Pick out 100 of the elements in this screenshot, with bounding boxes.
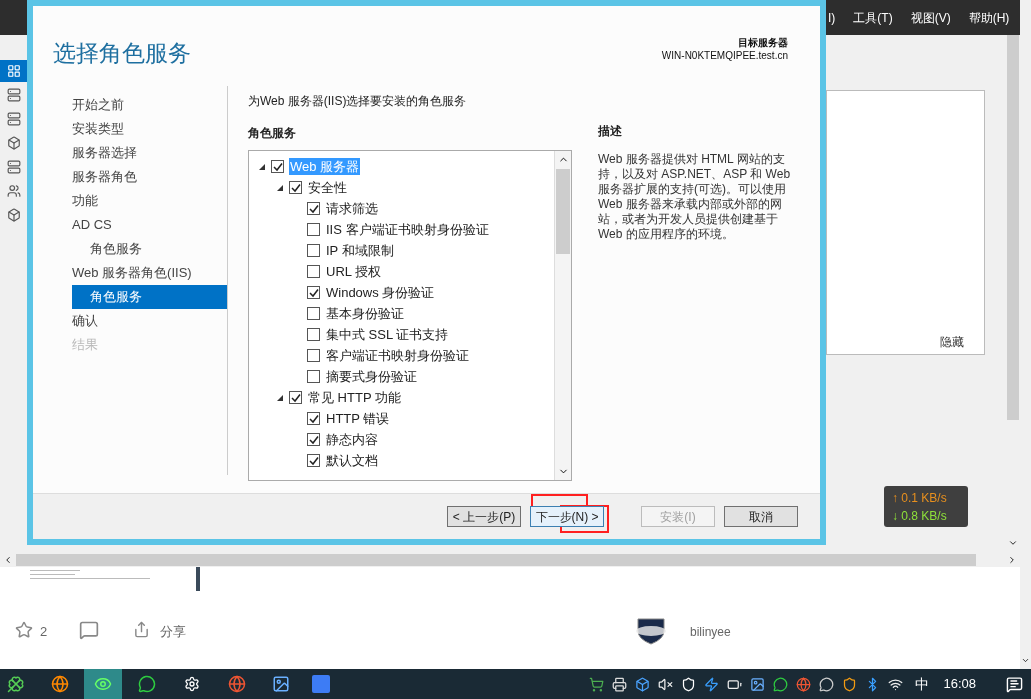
horizontal-scrollbar[interactable] [0,552,1020,567]
tree-item[interactable]: 默认文档 [325,452,379,469]
scroll-down-icon[interactable] [1008,538,1018,548]
scroll-down-icon[interactable] [1021,656,1030,665]
chat-icon[interactable] [138,675,156,693]
wizard-step[interactable]: 服务器角色 [72,165,227,189]
server-icon[interactable] [6,88,21,102]
wizard-button[interactable]: 取消 [724,506,798,527]
tree-item[interactable]: 请求筛选 [325,200,379,217]
server-icon[interactable] [6,112,21,126]
section-heading: 角色服务 [248,125,297,142]
menu-item[interactable]: 视图(V) [910,8,951,27]
star-icon[interactable] [15,621,33,639]
page-scrollbar[interactable] [1020,0,1031,669]
wizard-step[interactable]: 开始之前 [72,93,227,117]
tree-item[interactable]: 静态内容 [325,431,379,448]
scroll-right-icon[interactable] [1007,555,1017,565]
intro-text: 为Web 服务器(IIS)选择要安装的角色服务 [248,93,468,110]
server-icon[interactable] [6,160,21,174]
globe-icon[interactable] [51,675,69,693]
notification-icon[interactable] [1006,675,1023,693]
box-icon[interactable] [635,676,651,692]
checkbox[interactable] [307,433,320,446]
users-icon[interactable] [6,184,21,198]
expand-arrow-icon[interactable] [276,183,284,192]
box-icon[interactable] [6,136,21,150]
cart-icon[interactable] [589,676,605,692]
tree-scrollbar[interactable] [554,151,571,480]
checkbox[interactable] [307,265,320,278]
checkbox[interactable] [307,412,320,425]
author-name[interactable]: bilinyee [690,623,731,641]
share-icon[interactable] [133,621,150,638]
tree-item[interactable]: 基本身份验证 [325,305,405,322]
menu-item[interactable]: I) [828,8,836,27]
wizard-step[interactable]: 角色服务 [72,237,227,261]
checkbox[interactable] [307,244,320,257]
upload-speed: ↑ 0.1 KB/s [892,489,948,507]
vertical-scrollbar[interactable] [1005,35,1020,552]
wizard-step[interactable]: 服务器选择 [72,141,227,165]
dialog-title: 选择角色服务 [53,39,191,68]
checkbox[interactable] [307,328,320,341]
checkbox[interactable] [307,370,320,383]
eye-icon[interactable] [94,675,112,693]
wizard-button[interactable]: < 上一步(P) [447,506,521,527]
box-icon[interactable] [6,208,21,222]
expand-arrow-icon[interactable] [276,393,284,402]
globe-icon[interactable] [228,675,246,693]
like-count: 2 [40,623,48,641]
tree-item[interactable]: 客户端证书映射身份验证 [325,347,470,364]
chat-icon[interactable] [819,676,835,692]
printer-icon[interactable] [612,676,628,692]
target-server-label: 目标服务器 [738,36,788,49]
shield-icon[interactable] [681,676,697,692]
tree-item[interactable]: 摘要式身份验证 [325,368,418,385]
tree-item[interactable]: IIS 客户端证书映射身份验证 [325,221,490,238]
hide-link[interactable]: 隐藏 [940,333,964,351]
comment-icon[interactable] [79,620,99,640]
wizard-step[interactable]: 功能 [72,189,227,213]
scroll-thumb[interactable] [556,169,570,254]
wizard-step[interactable]: 安装类型 [72,117,227,141]
wizard-step[interactable]: Web 服务器角色(IIS) [72,261,227,285]
wizard-button[interactable]: 下一步(N) > [530,506,604,527]
checkbox[interactable] [307,286,320,299]
tree-item[interactable]: 常见 HTTP 功能 [307,389,402,406]
clock[interactable]: 16:08 [943,674,976,694]
expand-arrow-icon[interactable] [258,162,266,171]
checkbox[interactable] [307,202,320,215]
wizard-step[interactable]: 角色服务 [72,285,227,309]
checkbox[interactable] [307,454,320,467]
checkbox[interactable] [289,181,302,194]
scroll-left-icon[interactable] [3,555,13,565]
checkbox[interactable] [271,160,284,173]
mute-icon[interactable] [658,676,674,692]
tree-item[interactable]: IP 和域限制 [325,242,395,259]
input-method-indicator[interactable]: 中 [915,673,930,695]
description-heading: 描述 [598,123,623,140]
wifi-icon[interactable] [888,676,904,692]
tree-item[interactable]: Windows 身份验证 [325,284,436,301]
image-icon[interactable] [750,676,766,692]
checkbox[interactable] [307,223,320,236]
shield-icon[interactable] [842,676,858,692]
checkbox[interactable] [307,307,320,320]
checkbox[interactable] [289,391,302,404]
image-icon[interactable] [272,675,290,693]
menu-item[interactable]: 帮助(H) [968,8,1010,27]
wizard-step[interactable]: AD CS [72,213,227,237]
checkbox[interactable] [307,349,320,362]
share-link[interactable]: 分享 [160,622,186,642]
clover-icon[interactable] [7,675,25,693]
chat-icon[interactable] [773,676,789,692]
lightning-icon[interactable] [704,676,720,692]
globe-icon[interactable] [796,676,812,692]
settings-icon[interactable] [184,676,200,692]
tree-item[interactable]: 安全性 [307,179,348,196]
tree-item[interactable]: HTTP 错误 [325,410,391,427]
tree-item[interactable]: 集中式 SSL 证书支持 [325,326,450,343]
wizard-step[interactable]: 确认 [72,309,227,333]
tree-item[interactable]: URL 授权 [325,263,383,280]
menu-item[interactable]: 工具(T) [853,8,893,27]
dashboard-icon[interactable] [6,64,21,78]
